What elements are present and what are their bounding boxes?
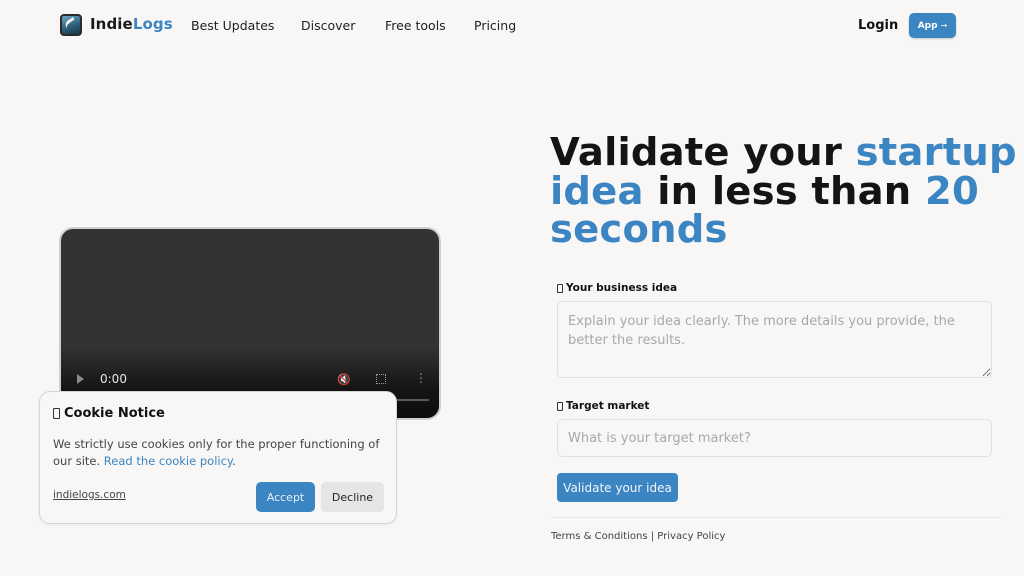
cookie-text: We strictly use cookies only for the pro…	[53, 436, 388, 469]
play-icon[interactable]	[77, 374, 84, 384]
footer-links: Terms & Conditions | Privacy Policy	[551, 531, 725, 542]
footer-divider	[551, 517, 1001, 518]
brand-part-2: Logs	[132, 15, 173, 33]
validate-idea-button[interactable]: Validate your idea	[557, 473, 678, 502]
brand-part-1: Indie	[90, 15, 133, 33]
nav-free-tools[interactable]: Free tools	[385, 18, 446, 33]
business-idea-label-text: Your business idea	[566, 282, 678, 294]
login-link[interactable]: Login	[858, 18, 898, 33]
cookie-title-text: Cookie Notice	[64, 406, 165, 421]
decline-cookies-button[interactable]: Decline	[321, 482, 384, 512]
target-market-input[interactable]	[557, 419, 992, 457]
nav-discover[interactable]: Discover	[301, 18, 355, 33]
target-market-label: Target market	[557, 400, 649, 412]
app-button[interactable]: App →	[909, 13, 956, 38]
cookie-notice-title: Cookie Notice	[53, 406, 165, 421]
nav-pricing[interactable]: Pricing	[474, 18, 516, 33]
business-idea-textarea[interactable]	[557, 301, 992, 378]
arrow-right-icon: →	[940, 21, 948, 30]
nav-best-updates[interactable]: Best Updates	[191, 18, 274, 33]
brand-name[interactable]: IndieLogs	[90, 15, 173, 33]
emoji-placeholder-icon	[557, 401, 563, 411]
cookie-policy-link[interactable]: Read the cookie policy	[104, 454, 232, 468]
terms-link[interactable]: Terms & Conditions	[551, 531, 648, 542]
emoji-placeholder-icon	[557, 283, 563, 293]
more-options-icon[interactable]: ⋮	[415, 372, 427, 384]
site-header: IndieLogs Best Updates Discover Free too…	[0, 0, 1024, 52]
cookie-notice: Cookie Notice We strictly use cookies on…	[39, 391, 397, 524]
mute-icon[interactable]: 🔇	[337, 373, 351, 386]
accept-cookies-button[interactable]: Accept	[256, 482, 315, 512]
business-idea-label: Your business idea	[557, 282, 677, 294]
app-button-label: App	[917, 20, 938, 31]
footer-separator: |	[650, 531, 655, 542]
logo-quill-icon[interactable]	[60, 14, 82, 36]
video-time: 0:00	[100, 372, 127, 386]
target-market-label-text: Target market	[566, 400, 650, 412]
title-part-accent: 20	[925, 168, 980, 214]
fullscreen-icon[interactable]	[376, 374, 386, 384]
title-part-accent: seconds	[550, 207, 728, 252]
privacy-link[interactable]: Privacy Policy	[657, 531, 725, 542]
cookie-site-link[interactable]: indielogs.com	[53, 489, 126, 501]
hero-title: Validate your startup idea in less than …	[550, 133, 1020, 252]
cookie-emoji-icon	[53, 408, 60, 419]
cookie-text-suffix: .	[232, 453, 236, 468]
